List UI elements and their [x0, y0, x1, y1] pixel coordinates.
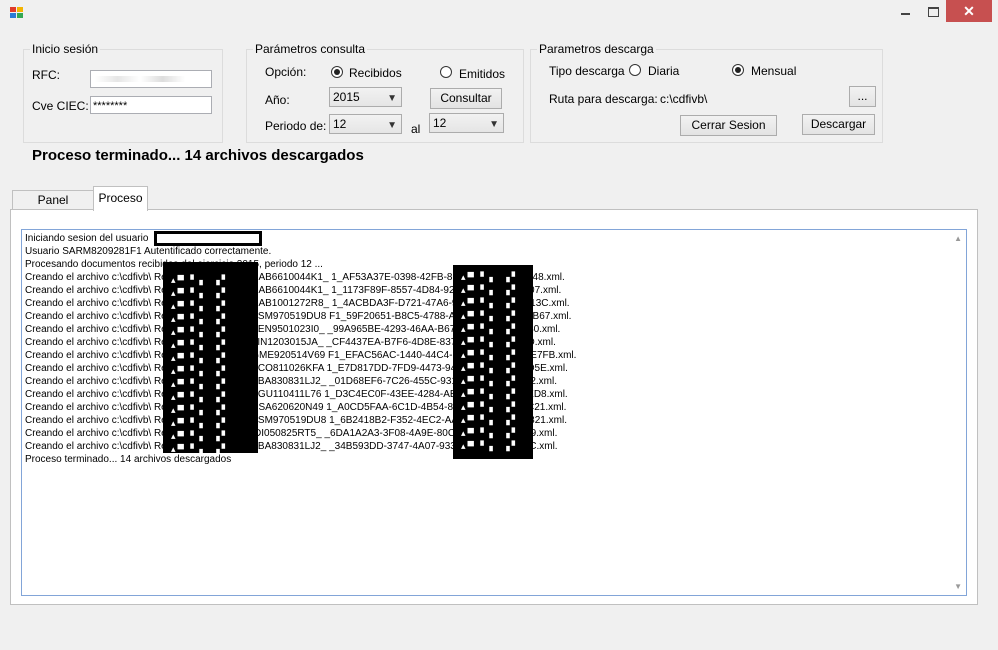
period-from-select[interactable]: 12 ▼: [329, 114, 402, 134]
year-select[interactable]: 2015 ▼: [329, 87, 402, 107]
app-icon: [10, 7, 24, 19]
chevron-down-icon: ▼: [489, 119, 499, 130]
redaction-marks: ▴▀ ▘▖ ▗▘: [461, 428, 521, 438]
close-session-button[interactable]: Cerrar Sesion: [680, 115, 777, 136]
app-icon-tile-red: [10, 7, 16, 12]
period-to-select[interactable]: 12 ▼: [429, 113, 504, 133]
app-icon-tile-yellow: [17, 7, 23, 12]
received-radio[interactable]: [331, 66, 343, 78]
redaction-marks: ▴▀ ▘▖ ▗▘: [461, 337, 521, 347]
redaction-marks: ▴▀ ▘▖ ▗▘: [461, 376, 521, 386]
redaction-marks: ▴▀ ▘▖ ▗▘: [461, 285, 521, 295]
option-label: Opción:: [265, 65, 307, 79]
redaction-marks: ▴▀ ▘▖ ▗▘: [461, 363, 521, 373]
scroll-down-arrow-icon[interactable]: ▼: [954, 582, 962, 591]
username-redaction: [154, 231, 262, 246]
scroll-up-arrow-icon[interactable]: ▲: [954, 234, 962, 243]
ciec-password-input[interactable]: ********: [90, 96, 212, 114]
redaction-marks: ▴▀ ▘▖ ▗▘: [171, 366, 231, 376]
download-group-legend: Parametros descarga: [537, 42, 656, 56]
rfc-label: RFC:: [32, 68, 60, 82]
redaction-marks: ▴▀ ▘▖ ▗▘: [171, 431, 231, 441]
close-button[interactable]: ✕: [946, 0, 992, 22]
redaction-marks: ▴▀ ▘▖ ▗▘: [461, 311, 521, 321]
log-line: Usuario SARM8209281F1 Autentificado corr…: [25, 246, 272, 257]
monthly-radio[interactable]: [732, 64, 744, 76]
redaction-marks: ▴▀ ▘▖ ▗▘: [461, 324, 521, 334]
monthly-label[interactable]: Mensual: [751, 64, 796, 78]
redaction-marks: ▴▀ ▘▖ ▗▘: [171, 392, 231, 402]
minimize-icon: [900, 13, 910, 16]
year-select-value: 2015: [333, 90, 360, 104]
redaction-marks: ▴▀ ▘▖ ▗▘: [461, 402, 521, 412]
period-from-value: 12: [333, 117, 347, 131]
maximize-button[interactable]: [920, 0, 946, 22]
period-to-label: al: [411, 122, 421, 136]
daily-label[interactable]: Diaria: [648, 64, 679, 78]
login-group-legend: Inicio sesión: [30, 42, 101, 56]
query-group-legend: Parámetros consulta: [253, 42, 368, 56]
download-button[interactable]: Descargar: [802, 114, 875, 135]
issued-radio[interactable]: [440, 66, 452, 78]
tab-proceso[interactable]: Proceso: [93, 186, 148, 211]
download-path-value: c:\cdfivb\: [660, 92, 708, 106]
period-label: Periodo de:: [265, 119, 327, 133]
redaction-marks: ▴▀ ▘▖ ▗▘: [171, 379, 231, 389]
issued-label[interactable]: Emitidos: [459, 67, 505, 81]
ciec-label: Cve CIEC:: [32, 99, 89, 113]
consult-button[interactable]: Consultar: [430, 88, 502, 109]
redaction-marks: ▴▀ ▘▖ ▗▘: [171, 288, 231, 298]
app-icon-tile-green: [17, 13, 23, 18]
download-type-label: Tipo descarga: [549, 64, 625, 78]
redaction-marks: ▴▀ ▘▖ ▗▘: [171, 340, 231, 350]
filename-redaction: ▴▀ ▘▖ ▗▘ ▴▀ ▘▖ ▗▘ ▴▀ ▘▖ ▗▘ ▴▀ ▘▖ ▗▘ ▴▀ ▘▖ ▗…: [453, 265, 533, 459]
redaction-marks: ▴▀ ▘▖ ▗▘: [171, 314, 231, 324]
tab-panel-consulta[interactable]: Panel Consulta: [12, 190, 94, 226]
browse-folder-button[interactable]: ...: [849, 86, 876, 107]
period-to-value: 12: [433, 116, 447, 130]
year-label: Año:: [265, 93, 290, 107]
redaction-marks: ▴▀ ▘▖ ▗▘: [461, 350, 521, 360]
redaction-marks: ▴▀ ▘▖ ▗▘: [461, 298, 521, 308]
redaction-marks: ▴▀ ▘▖ ▗▘: [171, 275, 231, 285]
title-bar: ✕: [0, 0, 998, 26]
daily-radio[interactable]: [629, 64, 641, 76]
redaction-marks: ▴▀ ▘▖ ▗▘: [171, 353, 231, 363]
redaction-marks: ▴▀ ▘▖ ▗▘: [171, 444, 231, 454]
chevron-down-icon: ▼: [387, 120, 397, 131]
maximize-icon: [927, 7, 939, 18]
redaction-marks: ▴▀ ▘▖ ▗▘: [461, 441, 521, 451]
redaction-marks: ▴▀ ▘▖ ▗▘: [461, 415, 521, 425]
path-redaction: ▴▀ ▘▖ ▗▘ ▴▀ ▘▖ ▗▘ ▴▀ ▘▖ ▗▘ ▴▀ ▘▖ ▗▘ ▴▀ ▘▖ ▗…: [163, 262, 258, 454]
received-label[interactable]: Recibidos: [349, 66, 402, 80]
redaction-marks: ▴▀ ▘▖ ▗▘: [171, 418, 231, 428]
redaction-marks: ▴▀ ▘▖ ▗▘: [171, 405, 231, 415]
download-path-label: Ruta para descarga:: [549, 92, 658, 106]
redaction-marks: ▴▀ ▘▖ ▗▘: [461, 389, 521, 399]
redaction-marks: ▴▀ ▘▖ ▗▘: [461, 272, 521, 282]
log-line: Iniciando sesion del usuario: [25, 233, 149, 244]
chevron-down-icon: ▼: [387, 93, 397, 104]
app-icon-tile-blue: [10, 13, 16, 18]
close-icon: ✕: [963, 3, 975, 19]
minimize-button[interactable]: [890, 0, 920, 22]
status-message: Proceso terminado... 14 archivos descarg…: [32, 147, 364, 164]
redaction-marks: ▴▀ ▘▖ ▗▘: [171, 301, 231, 311]
redaction-marks: ▴▀ ▘▖ ▗▘: [171, 327, 231, 337]
rfc-redaction: [95, 76, 185, 82]
